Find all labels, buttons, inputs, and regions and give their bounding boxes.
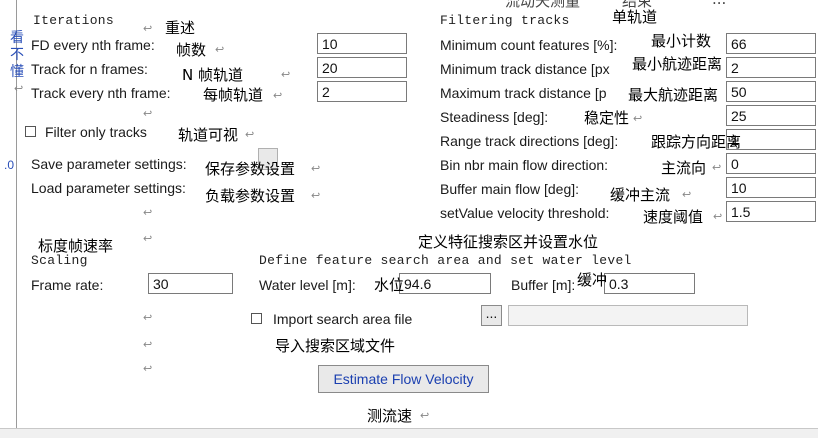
range-cn: 跟踪方向距离 xyxy=(651,133,742,151)
side-char: 看 xyxy=(10,30,24,46)
frame-rate-label: Frame rate: xyxy=(31,277,104,293)
frame-rate-input[interactable]: 30 xyxy=(148,273,233,294)
velocity-threshold-cn: 速度阈值 xyxy=(643,208,704,226)
filter-only-cn: 轨道可视 xyxy=(178,126,239,144)
bin-cn: 主流向 xyxy=(661,159,707,177)
fd-input[interactable]: 10 xyxy=(317,33,407,54)
min-track-cn: 最小航迹距离 xyxy=(632,55,723,73)
track-n-cn: N 帧轨道 xyxy=(182,66,243,84)
search-heading: Define feature search area and set water… xyxy=(259,253,632,268)
paragraph-mark: ↩ xyxy=(143,232,153,245)
fd-label: FD every nth frame: xyxy=(31,37,155,53)
fd-cn: 帧数 xyxy=(176,41,207,59)
import-cn: 导入搜索区域文件 xyxy=(275,337,396,355)
paragraph-mark: ↩ xyxy=(245,128,255,141)
scaling-heading: Scaling xyxy=(31,253,88,268)
min-track-label: Minimum track distance [px xyxy=(440,61,610,77)
buffer-label: Buffer [m]: xyxy=(511,277,576,293)
buffer-input[interactable]: 0.3 xyxy=(604,273,695,294)
iterations-heading: Iterations xyxy=(33,13,115,28)
paragraph-mark: ↩ xyxy=(633,112,643,125)
paragraph-mark: ↩ xyxy=(281,68,291,81)
side-char: 懂 xyxy=(10,64,24,80)
side-fragment: .0 xyxy=(4,158,15,172)
steadiness-input[interactable]: 25 xyxy=(726,105,816,126)
max-track-label: Maximum track distance [p xyxy=(440,85,607,101)
save-label: Save parameter settings: xyxy=(31,156,187,172)
steadiness-label: Steadiness [deg]: xyxy=(440,109,549,125)
water-level-cn: 水位 xyxy=(374,276,405,294)
min-count-label: Minimum count features [%]: xyxy=(440,37,618,53)
steadiness-cn: 稳定性 xyxy=(584,109,630,127)
range-label: Range track directions [deg]: xyxy=(440,133,619,149)
velocity-threshold-input[interactable]: 1.5 xyxy=(726,201,816,222)
max-track-cn: 最大航迹距离 xyxy=(628,86,719,104)
paragraph-mark: ↩ xyxy=(14,82,24,95)
track-n-input[interactable]: 20 xyxy=(317,57,407,78)
side-annotation: 看 不 懂 xyxy=(10,30,24,81)
paragraph-mark: ↩ xyxy=(215,43,225,56)
paragraph-mark: ↩ xyxy=(273,89,283,102)
save-cn: 保存参数设置 xyxy=(205,160,296,178)
paragraph-mark: ↩ xyxy=(143,206,153,219)
filtering-heading: Filtering tracks xyxy=(440,13,570,28)
every-nth-input[interactable]: 2 xyxy=(317,81,407,102)
buffer-main-input[interactable]: 10 xyxy=(726,177,816,198)
every-nth-label: Track every nth frame: xyxy=(31,85,171,101)
cutoff-text: 流动天测量 xyxy=(505,0,581,10)
estimate-cn: 测流速 xyxy=(367,407,413,425)
paragraph-mark: ↩ xyxy=(143,338,153,351)
min-count-input[interactable]: 66 xyxy=(726,33,816,54)
filtering-heading-cn: 单轨道 xyxy=(612,8,658,26)
filter-only-label: Filter only tracks xyxy=(45,124,147,140)
filter-only-checkbox[interactable] xyxy=(25,126,36,137)
browse-button[interactable]: ... xyxy=(481,305,502,326)
paragraph-mark: ↩ xyxy=(143,107,153,120)
estimate-flow-velocity-button[interactable]: Estimate Flow Velocity xyxy=(318,365,489,393)
side-char: 不 xyxy=(10,47,24,63)
min-track-input[interactable]: 2 xyxy=(726,57,816,78)
water-level-input[interactable]: 94.6 xyxy=(399,273,491,294)
paragraph-mark: ↩ xyxy=(311,189,321,202)
paragraph-mark: ↩ xyxy=(311,162,321,175)
paragraph-mark: ↩ xyxy=(143,22,153,35)
load-cn: 负载参数设置 xyxy=(205,187,296,205)
velocity-threshold-label: setValue velocity threshold: xyxy=(440,205,610,221)
min-count-cn: 最小计数 xyxy=(651,32,712,50)
bin-input[interactable]: 0 xyxy=(726,153,816,174)
iterations-heading-cn: 重述 xyxy=(165,19,196,37)
max-track-input[interactable]: 50 xyxy=(726,81,816,102)
cutoff-text: ... xyxy=(712,0,726,8)
water-level-label: Water level [m]: xyxy=(259,277,356,293)
buffer-main-label: Buffer main flow [deg]: xyxy=(440,181,580,197)
buffer-main-cn: 缓冲主流 xyxy=(610,186,671,204)
load-label: Load parameter settings: xyxy=(31,180,186,196)
track-n-label: Track for n frames: xyxy=(31,61,148,77)
import-checkbox[interactable] xyxy=(251,313,262,324)
paragraph-mark: ↩ xyxy=(420,409,430,422)
every-nth-cn: 每帧轨道 xyxy=(203,86,264,104)
paragraph-mark: ↩ xyxy=(143,362,153,375)
file-path-field[interactable] xyxy=(508,305,748,326)
paragraph-mark: ↩ xyxy=(712,161,722,174)
search-heading-cn: 定义特征搜索区并设置水位 xyxy=(418,233,599,251)
paragraph-mark: ↩ xyxy=(713,210,723,223)
paragraph-mark: ↩ xyxy=(682,188,692,201)
bin-label: Bin nbr main flow direction: xyxy=(440,157,609,173)
buffer-cn: 缓冲 xyxy=(577,271,608,289)
paragraph-mark: ↩ xyxy=(143,311,153,324)
import-label: Import search area file xyxy=(273,311,413,327)
